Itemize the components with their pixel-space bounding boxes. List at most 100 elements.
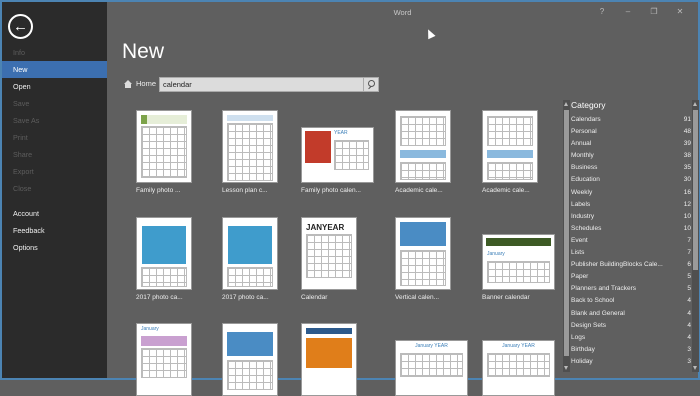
template-thumbnail[interactable] <box>301 323 357 396</box>
nav-item-info: Info <box>13 48 25 57</box>
back-arrow-button[interactable]: ← <box>8 14 33 39</box>
category-name: Design Sets <box>571 321 607 329</box>
home-link[interactable]: Home <box>124 79 156 88</box>
nav-item-open[interactable]: Open <box>2 78 107 95</box>
category-name: Education <box>571 176 600 184</box>
category-count: 35 <box>683 164 691 172</box>
gallery-scrollbar[interactable] <box>563 100 570 372</box>
category-name: Event <box>571 236 588 244</box>
template-thumbnail[interactable] <box>222 323 278 396</box>
category-name: Planners and Trackers <box>571 285 637 293</box>
category-name: Annual <box>571 140 592 148</box>
category-item[interactable]: Schedules 10 <box>571 225 691 237</box>
nav-item-new[interactable]: New <box>2 61 107 78</box>
category-item[interactable]: Personal 48 <box>571 128 691 140</box>
category-count: 7 <box>687 249 691 257</box>
template-thumbnail[interactable] <box>395 217 451 290</box>
category-count: 38 <box>683 152 691 160</box>
nav-item-feedback[interactable]: Feedback <box>2 222 107 239</box>
template-label[interactable]: Academic cale... <box>395 187 443 194</box>
template-label[interactable]: Family photo ... <box>136 187 180 194</box>
category-item[interactable]: Labels 12 <box>571 201 691 213</box>
minimize-icon[interactable]: – <box>622 6 634 18</box>
template-thumbnail[interactable] <box>482 110 538 183</box>
category-item[interactable]: Event 7 <box>571 237 691 249</box>
scroll-up-icon[interactable] <box>693 102 697 106</box>
thumb-january-year-text: January YEAR <box>502 343 535 349</box>
category-item[interactable]: Business 35 <box>571 164 691 176</box>
scroll-down-icon[interactable] <box>693 366 697 370</box>
nav-item-print: Print <box>13 133 28 142</box>
close-icon[interactable]: ✕ <box>674 6 686 18</box>
nav-item-export: Export <box>13 167 34 176</box>
category-count: 39 <box>683 140 691 148</box>
category-item[interactable]: Logs 4 <box>571 334 691 346</box>
back-arrow-icon: ← <box>13 18 28 35</box>
category-scroll-thumb[interactable] <box>693 110 698 270</box>
category-panel: Category Calendars 91 Personal 48 Annual 39 Mo… <box>571 100 691 370</box>
scroll-up-icon[interactable] <box>564 102 568 106</box>
template-label[interactable]: 2017 photo ca... <box>222 294 269 301</box>
help-icon[interactable]: ? <box>596 6 608 18</box>
template-thumbnail[interactable]: January YEAR <box>482 340 555 396</box>
template-label[interactable]: Family photo calen... <box>301 187 361 194</box>
category-name: Business <box>571 164 598 172</box>
category-count: 3 <box>687 345 691 353</box>
template-label[interactable]: Vertical calen... <box>395 294 439 301</box>
category-count: 4 <box>687 321 691 329</box>
category-item[interactable]: Paper 5 <box>571 273 691 285</box>
category-item[interactable]: Back to School 4 <box>571 297 691 309</box>
category-scrollbar[interactable] <box>692 100 699 372</box>
search-icon[interactable] <box>363 78 378 91</box>
category-item[interactable]: Publisher BuildingBlocks Cale... 6 <box>571 261 691 273</box>
category-item[interactable]: Design Sets 4 <box>571 322 691 334</box>
template-thumbnail[interactable]: January <box>136 323 192 396</box>
scroll-down-icon[interactable] <box>564 366 568 370</box>
category-count: 6 <box>687 261 691 269</box>
category-count: 12 <box>683 200 691 208</box>
category-item[interactable]: Planners and Trackers 5 <box>571 285 691 297</box>
category-name: Schedules <box>571 224 602 232</box>
template-thumbnail[interactable] <box>222 217 278 290</box>
nav-item-save: Save <box>13 99 30 108</box>
category-name: Industry <box>571 212 595 220</box>
category-item[interactable]: Calendars 91 <box>571 116 691 128</box>
template-label[interactable]: Banner calendar <box>482 294 530 301</box>
nav-item-options[interactable]: Options <box>2 239 107 256</box>
category-item[interactable]: Blank and General 4 <box>571 310 691 322</box>
title-bar: Word ? – ❐ ✕ <box>107 2 698 24</box>
category-name: Calendars <box>571 116 601 123</box>
category-item[interactable]: Industry 10 <box>571 213 691 225</box>
category-item[interactable]: Annual 39 <box>571 140 691 152</box>
template-thumbnail[interactable] <box>395 110 451 183</box>
category-name: Publisher BuildingBlocks Cale... <box>571 261 663 269</box>
template-label[interactable]: Calendar <box>301 294 327 301</box>
category-count: 5 <box>687 285 691 293</box>
thumb-january-text: January <box>141 326 159 332</box>
gallery-scroll-thumb[interactable] <box>564 110 569 356</box>
category-item[interactable]: Education 30 <box>571 176 691 188</box>
template-thumbnail[interactable]: January YEAR <box>395 340 468 396</box>
category-count: 16 <box>683 188 691 196</box>
template-thumbnail[interactable] <box>136 217 192 290</box>
category-item[interactable]: Monthly 38 <box>571 152 691 164</box>
category-item[interactable]: Lists 7 <box>571 249 691 261</box>
home-label: Home <box>136 79 157 88</box>
template-thumbnail[interactable] <box>136 110 192 183</box>
template-thumbnail[interactable] <box>222 110 278 183</box>
template-label[interactable]: Academic cale... <box>482 187 530 194</box>
category-item[interactable]: Holiday 3 <box>571 358 691 370</box>
search-input[interactable] <box>160 78 363 91</box>
template-label[interactable]: Lesson plan c... <box>222 187 268 194</box>
backstage-sidebar: ← Info New Open Save Save As Print Share Export… <box>2 2 107 378</box>
template-thumbnail[interactable]: YEAR <box>301 127 374 183</box>
category-item[interactable]: Birthday 3 <box>571 346 691 358</box>
thumb-january-text: January <box>487 251 505 257</box>
template-thumbnail[interactable]: JANYEAR <box>301 217 357 290</box>
template-thumbnail[interactable]: January <box>482 234 555 290</box>
category-item[interactable]: Weekly 16 <box>571 189 691 201</box>
restore-icon[interactable]: ❐ <box>648 6 660 18</box>
nav-item-save-as: Save As <box>13 116 40 125</box>
nav-item-account[interactable]: Account <box>2 205 107 222</box>
template-label[interactable]: 2017 photo ca... <box>136 294 183 301</box>
